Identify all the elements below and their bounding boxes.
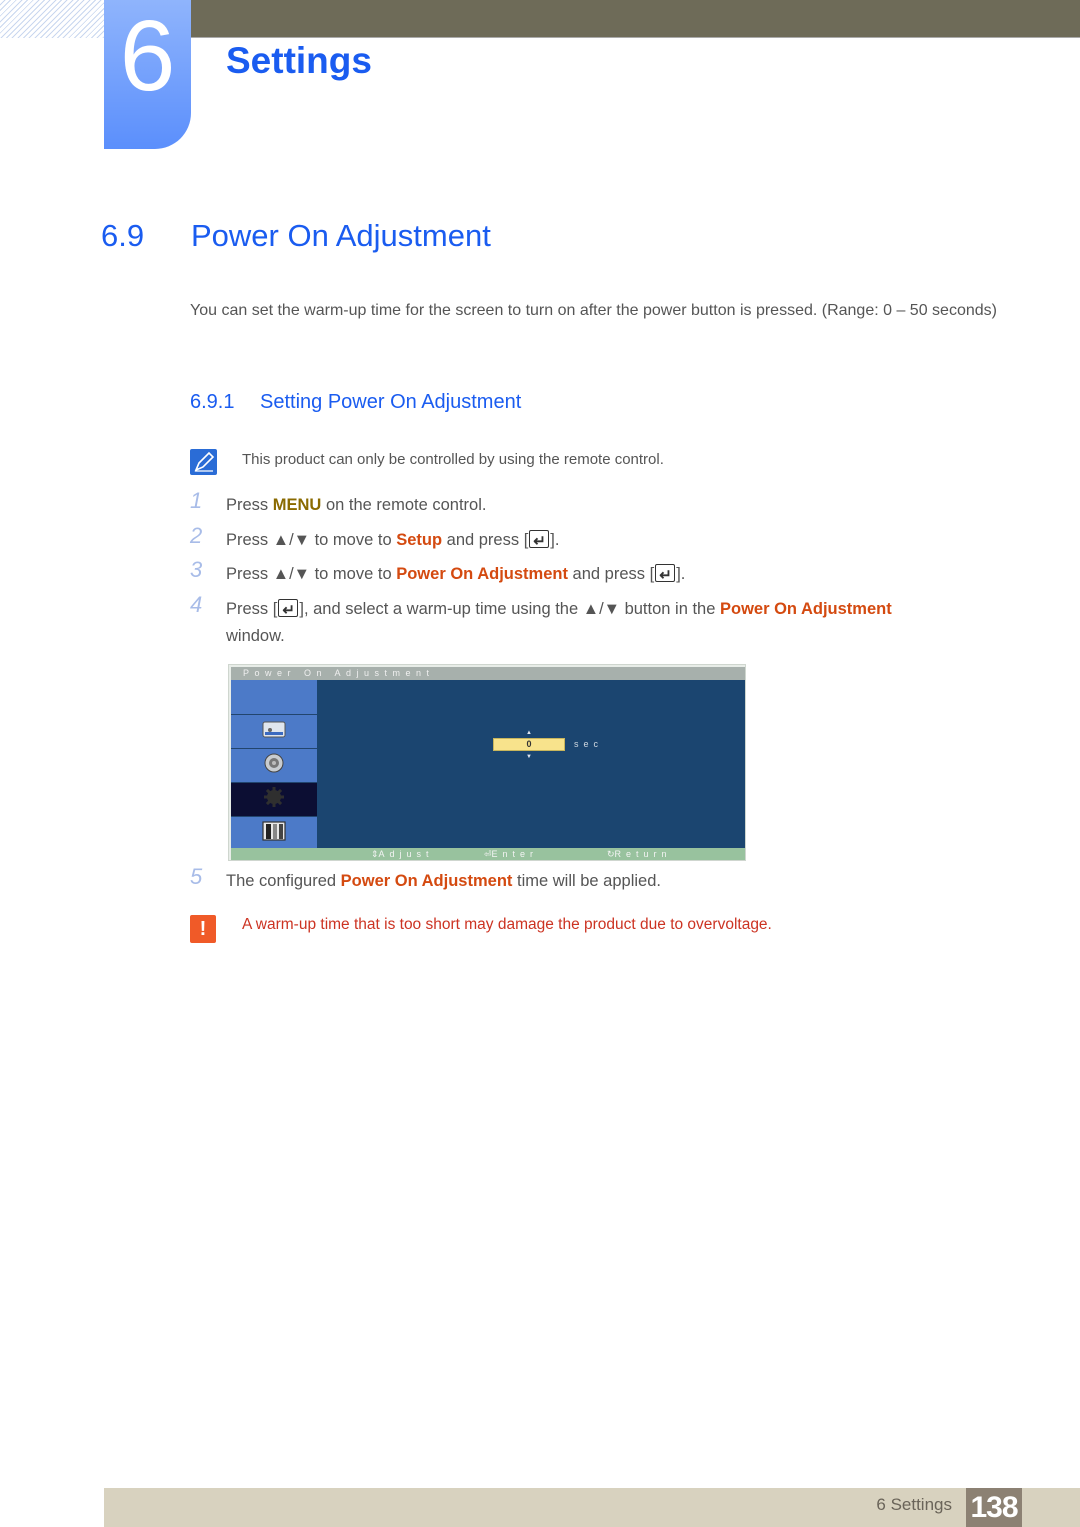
setup-gear-icon	[263, 786, 285, 813]
power-on-adjustment-label: Power On Adjustment	[719, 600, 892, 618]
subsection-title: Setting Power On Adjustment	[260, 391, 522, 413]
section-number: 6.9	[101, 218, 145, 253]
step-number: 3	[190, 557, 203, 582]
step-text: time will be applied.	[512, 872, 661, 890]
section-intro: You can set the warm-up time for the scr…	[190, 302, 997, 319]
note-text: This product can only be controlled by u…	[242, 451, 664, 468]
step-text: Press [	[226, 600, 278, 618]
osd-footer: ⇕Adjust ⏎Enter ↻Return	[231, 848, 745, 860]
page-number: 138	[966, 1488, 1022, 1527]
step-number: 4	[190, 592, 203, 617]
page-footer: 6 Settings 138	[104, 1488, 1080, 1527]
enter-key-icon	[278, 597, 299, 624]
chapter-tab: 6	[104, 0, 191, 149]
osd-sidebar	[231, 680, 317, 848]
chapter-number: 6	[119, 0, 176, 112]
return-icon: ↻	[607, 849, 615, 859]
osd-value-field[interactable]: 0	[493, 738, 565, 751]
step-text: and press [	[442, 531, 529, 549]
step-text: ].	[676, 565, 686, 583]
multi-window-icon	[260, 820, 288, 847]
step-text: on the remote control.	[321, 496, 487, 514]
section-title: Power On Adjustment	[191, 218, 491, 253]
sound-icon	[263, 752, 285, 779]
header-bar	[190, 0, 1080, 38]
section-heading: 6.9 Power On Adjustment	[101, 218, 491, 254]
setup-menu-label: Setup	[396, 531, 443, 549]
osd-down-arrow-icon[interactable]: ▼	[526, 754, 532, 760]
osd-sidebar-multi[interactable]	[231, 816, 317, 850]
osd-unit-label: sec	[574, 739, 604, 749]
osd-sidebar-setup[interactable]	[231, 782, 317, 816]
osd-return-hint: ↻Return	[607, 848, 672, 860]
enter-key-icon	[529, 528, 550, 555]
menu-key-label: MENU	[272, 496, 322, 514]
enter-icon: ⏎	[484, 849, 492, 859]
osd-main-panel: ▲ 0 ▼ sec	[317, 680, 745, 848]
osd-up-arrow-icon[interactable]: ▲	[526, 730, 532, 736]
step-text: ], and select a warm-up time using the ▲…	[299, 600, 720, 618]
footer-chapter-label: 6 Settings	[876, 1495, 952, 1514]
warning-text: A warm-up time that is too short may dam…	[242, 916, 772, 933]
step-text: Press ▲/▼ to move to	[226, 531, 397, 549]
osd-enter-label: Enter	[491, 849, 539, 859]
osd-sidebar-picture[interactable]	[231, 714, 317, 748]
osd-sidebar-sound[interactable]	[231, 748, 317, 782]
chapter-title: Settings	[226, 40, 372, 81]
osd-screenshot: Power On Adjustment ▲ 0 ▼ sec ⇕Adjust ⏎E…	[228, 664, 746, 861]
subsection-heading: 6.9.1 Setting Power On Adjustment	[190, 391, 521, 414]
step-text: The configured	[226, 872, 341, 890]
step-text: ].	[550, 531, 560, 549]
osd-title: Power On Adjustment	[231, 667, 745, 680]
power-on-adjustment-label: Power On Adjustment	[340, 872, 513, 890]
osd-sidebar-blank	[231, 680, 317, 714]
step-text: Press	[226, 496, 273, 514]
osd-adjust-hint: ⇕Adjust	[371, 848, 434, 860]
power-on-adjustment-label: Power On Adjustment	[396, 565, 568, 583]
step-text: and press [	[567, 565, 655, 583]
osd-enter-hint: ⏎Enter	[484, 848, 538, 860]
step-number: 1	[190, 488, 203, 513]
step-text: Press ▲/▼ to move to	[226, 565, 397, 583]
header-hatch-decoration	[0, 0, 104, 38]
step-number: 2	[190, 523, 203, 548]
osd-adjust-label: Adjust	[378, 849, 434, 859]
exclamation-icon: !	[190, 915, 216, 943]
step-text: window.	[226, 627, 285, 645]
subsection-number: 6.9.1	[190, 391, 235, 413]
picture-icon	[261, 719, 287, 744]
step-number: 5	[190, 864, 203, 889]
enter-key-icon	[655, 562, 676, 589]
note-pencil-icon	[190, 449, 217, 475]
updown-icon: ⇕	[371, 849, 379, 859]
osd-return-label: Return	[614, 849, 672, 859]
